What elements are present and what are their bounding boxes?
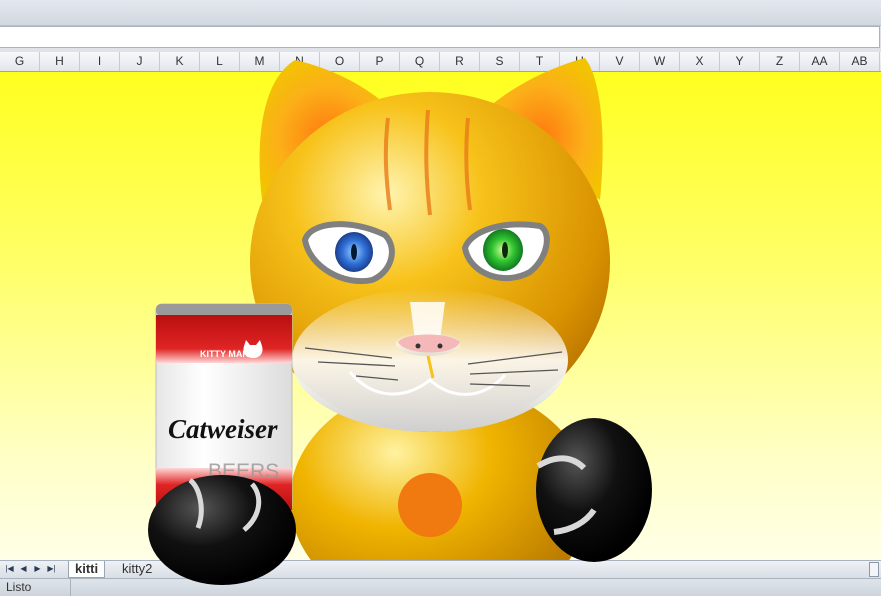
column-header[interactable]: AB (840, 52, 880, 71)
last-sheet-icon[interactable]: ▶| (46, 563, 57, 575)
column-header[interactable]: Y (720, 52, 760, 71)
column-header[interactable]: O (320, 52, 360, 71)
column-header[interactable]: S (480, 52, 520, 71)
column-header[interactable]: V (600, 52, 640, 71)
column-header[interactable]: T (520, 52, 560, 71)
column-header[interactable]: G (0, 52, 40, 71)
status-divider (70, 579, 71, 596)
formula-bar[interactable] (0, 26, 880, 48)
column-header[interactable]: R (440, 52, 480, 71)
status-bar: Listo (0, 578, 881, 596)
column-header[interactable]: N (280, 52, 320, 71)
column-header[interactable]: Q (400, 52, 440, 71)
column-header[interactable]: Z (760, 52, 800, 71)
first-sheet-icon[interactable]: |◀ (4, 563, 15, 575)
sheet-tab-bar: |◀ ◀ ▶ ▶| kitti kitty2 (0, 560, 881, 578)
column-header[interactable]: K (160, 52, 200, 71)
column-header[interactable]: L (200, 52, 240, 71)
column-header[interactable]: W (640, 52, 680, 71)
sheet-tab-kitty2[interactable]: kitty2 (116, 561, 158, 577)
column-header[interactable]: P (360, 52, 400, 71)
column-headers: G H I J K L M N O P Q R S T U V W X Y Z … (0, 52, 881, 72)
ribbon-strip (0, 0, 881, 26)
column-header[interactable]: I (80, 52, 120, 71)
horizontal-scrollbar[interactable] (869, 562, 879, 577)
prev-sheet-icon[interactable]: ◀ (18, 563, 29, 575)
column-header[interactable]: H (40, 52, 80, 71)
column-header[interactable]: X (680, 52, 720, 71)
sheet-tab-kitti[interactable]: kitti (68, 561, 106, 578)
sheet-grid[interactable] (0, 72, 881, 560)
column-header[interactable]: M (240, 52, 280, 71)
column-header[interactable]: AA (800, 52, 840, 71)
status-text: Listo (6, 580, 32, 594)
column-header[interactable]: U (560, 52, 600, 71)
next-sheet-icon[interactable]: ▶ (32, 563, 43, 575)
column-header[interactable]: J (120, 52, 160, 71)
